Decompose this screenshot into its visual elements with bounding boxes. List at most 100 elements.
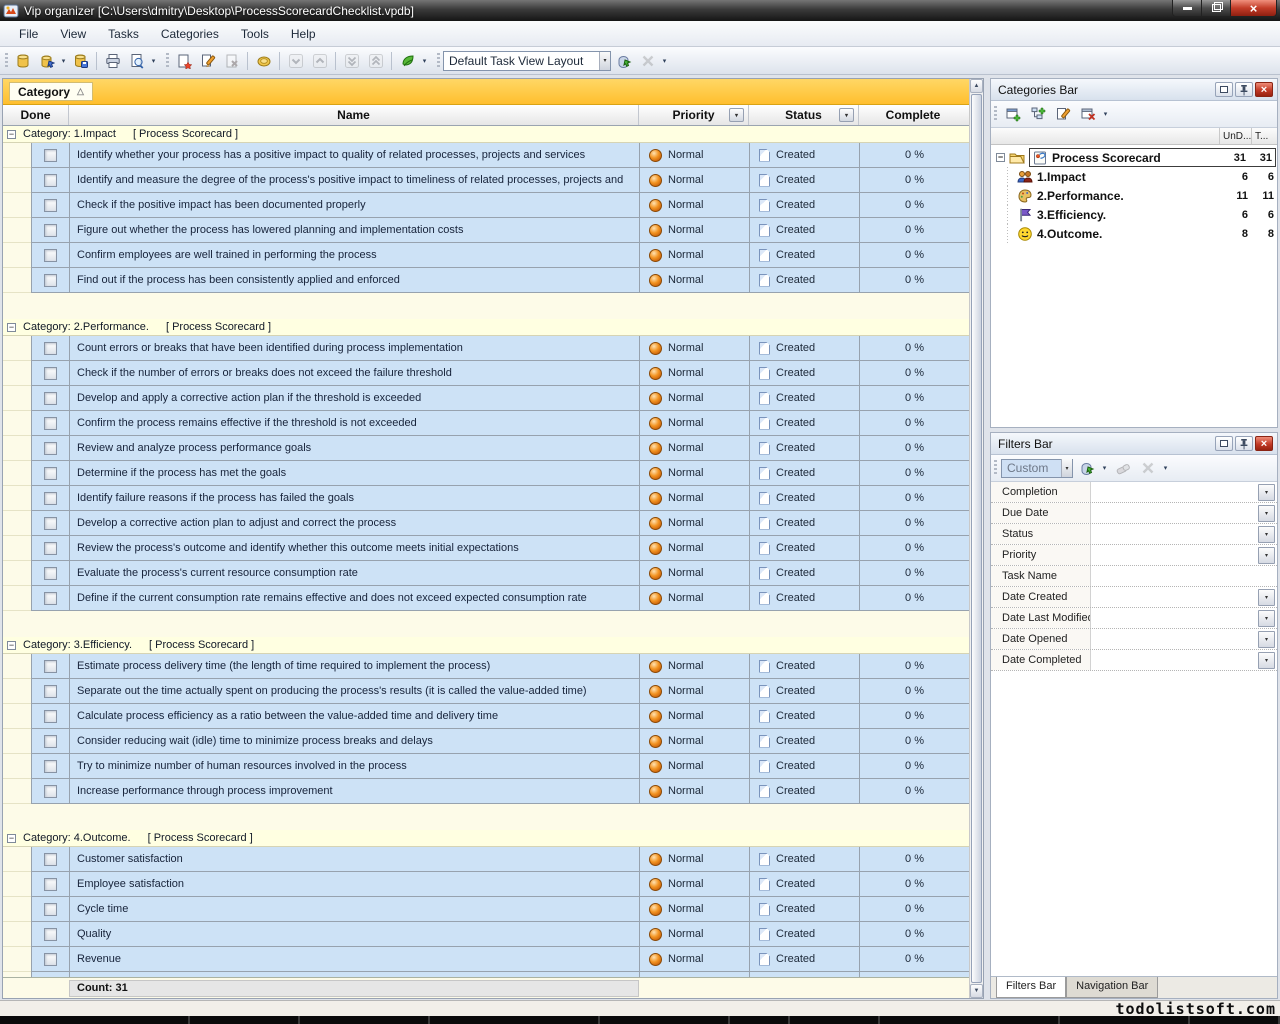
task-row[interactable]: Review and analyze process performance g… (3, 436, 969, 461)
filters-pin-button[interactable] (1235, 436, 1253, 451)
task-row[interactable]: Evaluate the process's current resource … (3, 561, 969, 586)
edit-task-button[interactable] (196, 50, 219, 72)
column-header-name[interactable]: Name (69, 105, 639, 125)
task-checkbox[interactable] (44, 417, 57, 430)
filter-dropdown-icon[interactable] (1258, 526, 1275, 543)
task-row[interactable]: Cycle timeNormalCreated0 % (3, 897, 969, 922)
tab-navigation-bar[interactable]: Navigation Bar (1066, 977, 1158, 998)
complete-task-button[interactable] (252, 50, 275, 72)
filters-toolbar-dropdown[interactable] (1161, 457, 1170, 479)
task-row[interactable]: Confirm employees are well trained in pe… (3, 243, 969, 268)
task-row[interactable]: Develop a corrective action plan to adju… (3, 511, 969, 536)
menu-view[interactable]: View (51, 24, 95, 44)
group-header[interactable]: Category: 2.Performance.[ Process Scorec… (3, 319, 969, 336)
filter-value[interactable] (1091, 524, 1258, 544)
task-checkbox[interactable] (44, 953, 57, 966)
edit-category-button[interactable] (1051, 103, 1074, 125)
task-row[interactable]: Employee satisfactionNormalCreated0 % (3, 872, 969, 897)
status-filter-dropdown-icon[interactable] (839, 108, 854, 122)
collapse-icon[interactable] (7, 130, 16, 139)
print-preview-dropdown[interactable] (149, 50, 158, 72)
tree-item[interactable]: 1.Impact66 (991, 167, 1277, 186)
task-row[interactable]: Separate out the time actually spent on … (3, 679, 969, 704)
task-checkbox[interactable] (44, 149, 57, 162)
task-checkbox[interactable] (44, 442, 57, 455)
filter-value[interactable] (1091, 503, 1258, 523)
scroll-down-icon[interactable] (970, 984, 983, 998)
print-button[interactable] (101, 50, 124, 72)
column-header-status[interactable]: Status (749, 105, 859, 125)
group-header[interactable]: Category: 3.Efficiency.[ Process Scoreca… (3, 637, 969, 654)
delete-task-button[interactable] (220, 50, 243, 72)
task-row[interactable]: QualityNormalCreated0 % (3, 922, 969, 947)
task-row[interactable]: Define if the current consumption rate r… (3, 586, 969, 611)
task-row[interactable]: Count errors or breaks that have been id… (3, 336, 969, 361)
task-row[interactable]: Try to minimize number of human resource… (3, 754, 969, 779)
filter-value[interactable] (1091, 545, 1258, 565)
print-preview-button[interactable] (125, 50, 148, 72)
column-header-priority[interactable]: Priority (639, 105, 749, 125)
vertical-scrollbar[interactable] (969, 79, 983, 998)
task-checkbox[interactable] (44, 224, 57, 237)
layout-combo-arrow-icon[interactable] (599, 52, 610, 70)
group-header[interactable]: Category: 1.Impact[ Process Scorecard ] (3, 126, 969, 143)
column-header-complete[interactable]: Complete (859, 105, 967, 125)
group-header[interactable]: Category: 4.Outcome.[ Process Scorecard … (3, 830, 969, 847)
task-checkbox[interactable] (44, 542, 57, 555)
apply-layout-button[interactable] (612, 50, 635, 72)
filter-dropdown-icon[interactable] (1258, 505, 1275, 522)
task-row[interactable]: Figure out whether the process has lower… (3, 218, 969, 243)
filter-dropdown-icon[interactable] (1258, 631, 1275, 648)
collapse-icon[interactable] (7, 641, 16, 650)
filter-dropdown-icon[interactable] (1258, 547, 1275, 564)
close-button[interactable] (1231, 0, 1276, 16)
menu-categories[interactable]: Categories (152, 24, 228, 44)
task-checkbox[interactable] (44, 199, 57, 212)
filter-dropdown-icon[interactable] (1258, 589, 1275, 606)
tree-item[interactable]: 4.Outcome.88 (991, 224, 1277, 243)
task-checkbox[interactable] (44, 710, 57, 723)
task-checkbox[interactable] (44, 660, 57, 673)
filter-preset-combo[interactable]: Custom (1001, 459, 1073, 478)
collapse-icon[interactable] (7, 323, 16, 332)
filter-value[interactable] (1091, 629, 1258, 649)
filter-dropdown-icon[interactable] (1258, 652, 1275, 669)
delete-layout-button[interactable] (636, 50, 659, 72)
undone-column-header[interactable]: UnD... (1219, 128, 1251, 144)
task-checkbox[interactable] (44, 592, 57, 605)
task-checkbox[interactable] (44, 685, 57, 698)
task-row[interactable]: Confirm the process remains effective if… (3, 411, 969, 436)
filter-preset-arrow-icon[interactable] (1061, 459, 1072, 477)
task-row[interactable]: Check if the number of errors or breaks … (3, 361, 969, 386)
filter-value[interactable] (1091, 566, 1277, 586)
task-checkbox[interactable] (44, 853, 57, 866)
tree-item[interactable]: 3.Efficiency.66 (991, 205, 1277, 224)
task-row[interactable]: Consider reducing wait (idle) time to mi… (3, 729, 969, 754)
task-row[interactable]: RevenueNormalCreated0 % (3, 947, 969, 972)
save-database-button[interactable] (69, 50, 92, 72)
task-checkbox[interactable] (44, 928, 57, 941)
selected-tree-item[interactable]: Process Scorecard 31 31 (1029, 148, 1276, 167)
column-header-done[interactable]: Done (3, 105, 69, 125)
group-by-category-chip[interactable]: Category (9, 82, 93, 101)
task-row[interactable]: Customer satisfactionNormalCreated0 % (3, 847, 969, 872)
filters-close-button[interactable] (1255, 436, 1273, 451)
task-row[interactable]: Check if the positive impact has been do… (3, 193, 969, 218)
scroll-up-icon[interactable] (970, 79, 983, 93)
task-checkbox[interactable] (44, 878, 57, 891)
filter-dropdown-icon[interactable] (1258, 610, 1275, 627)
task-row[interactable]: Identify whether your process has a posi… (3, 143, 969, 168)
filter-value[interactable] (1091, 587, 1258, 607)
task-row[interactable]: Develop and apply a corrective action pl… (3, 386, 969, 411)
purge-dropdown[interactable] (420, 50, 429, 72)
tree-item-root[interactable]: Process Scorecard 31 31 (991, 148, 1277, 167)
delete-category-button[interactable] (1076, 103, 1099, 125)
move-up-button[interactable] (308, 50, 331, 72)
move-down-button[interactable] (284, 50, 307, 72)
purge-button[interactable] (396, 50, 419, 72)
new-task-button[interactable] (172, 50, 195, 72)
filters-restore-button[interactable] (1215, 436, 1233, 451)
filter-dropdown-icon[interactable] (1258, 484, 1275, 501)
task-checkbox[interactable] (44, 903, 57, 916)
task-checkbox[interactable] (44, 735, 57, 748)
